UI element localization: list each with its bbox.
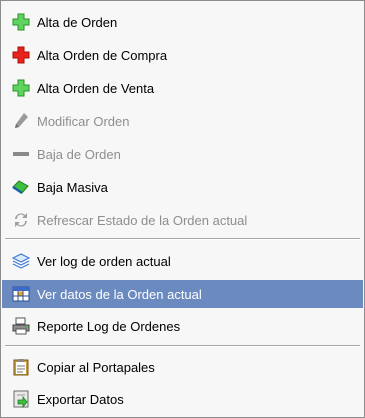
menu-item-label: Baja Masiva — [37, 179, 108, 195]
menu-separator — [5, 238, 360, 240]
menu-item-label: Alta Orden de Venta — [37, 80, 155, 96]
menu-item-modificar-orden[interactable]: Modificar Orden — [2, 107, 363, 135]
menu-item-ver-log[interactable]: Ver log de orden actual — [2, 247, 363, 275]
menu-item-copiar-portapales[interactable]: Copiar al Portapales — [2, 353, 363, 381]
eraser-icon — [11, 177, 31, 197]
menu-item-refrescar-estado[interactable]: Refrescar Estado de la Orden actual — [2, 206, 363, 234]
plus-green-icon — [11, 78, 31, 98]
menu-item-label: Reporte Log de Ordenes — [37, 318, 181, 334]
menu-item-alta-de-orden[interactable]: Alta de Orden — [2, 8, 363, 36]
context-menu: Alta de Orden Alta Orden de Compra Alta … — [0, 0, 365, 418]
menu-item-label: Exportar Datos — [37, 391, 124, 407]
menu-item-label: Baja de Orden — [37, 146, 121, 162]
menu-item-label: Alta de Orden — [37, 14, 118, 30]
menu-item-alta-orden-de-venta[interactable]: Alta Orden de Venta — [2, 74, 363, 102]
plus-red-icon — [11, 45, 31, 65]
export-icon — [11, 389, 31, 409]
refresh-icon — [11, 210, 31, 230]
menu-item-alta-orden-de-compra[interactable]: Alta Orden de Compra — [2, 41, 363, 69]
menu-item-label: Ver datos de la Orden actual — [37, 286, 202, 302]
menu-item-baja-de-orden[interactable]: Baja de Orden — [2, 140, 363, 168]
menu-item-label: Refrescar Estado de la Orden actual — [37, 212, 248, 228]
menu-item-label: Alta Orden de Compra — [37, 47, 168, 63]
plus-green-icon — [11, 12, 31, 32]
minus-bar-icon — [11, 144, 31, 164]
layers-icon — [11, 251, 31, 271]
menu-item-exportar-datos[interactable]: Exportar Datos — [2, 385, 363, 413]
printer-icon — [11, 316, 31, 336]
menu-item-baja-masiva[interactable]: Baja Masiva — [2, 173, 363, 201]
menu-item-ver-datos[interactable]: Ver datos de la Orden actual — [2, 280, 363, 308]
menu-item-reporte-log[interactable]: Reporte Log de Ordenes — [2, 312, 363, 340]
menu-separator — [5, 345, 360, 347]
menu-item-label: Ver log de orden actual — [37, 253, 171, 269]
clipboard-icon — [11, 357, 31, 377]
menu-item-label: Modificar Orden — [37, 113, 130, 129]
pencil-icon — [11, 111, 31, 131]
menu-item-label: Copiar al Portapales — [37, 359, 155, 375]
table-icon — [11, 284, 31, 304]
